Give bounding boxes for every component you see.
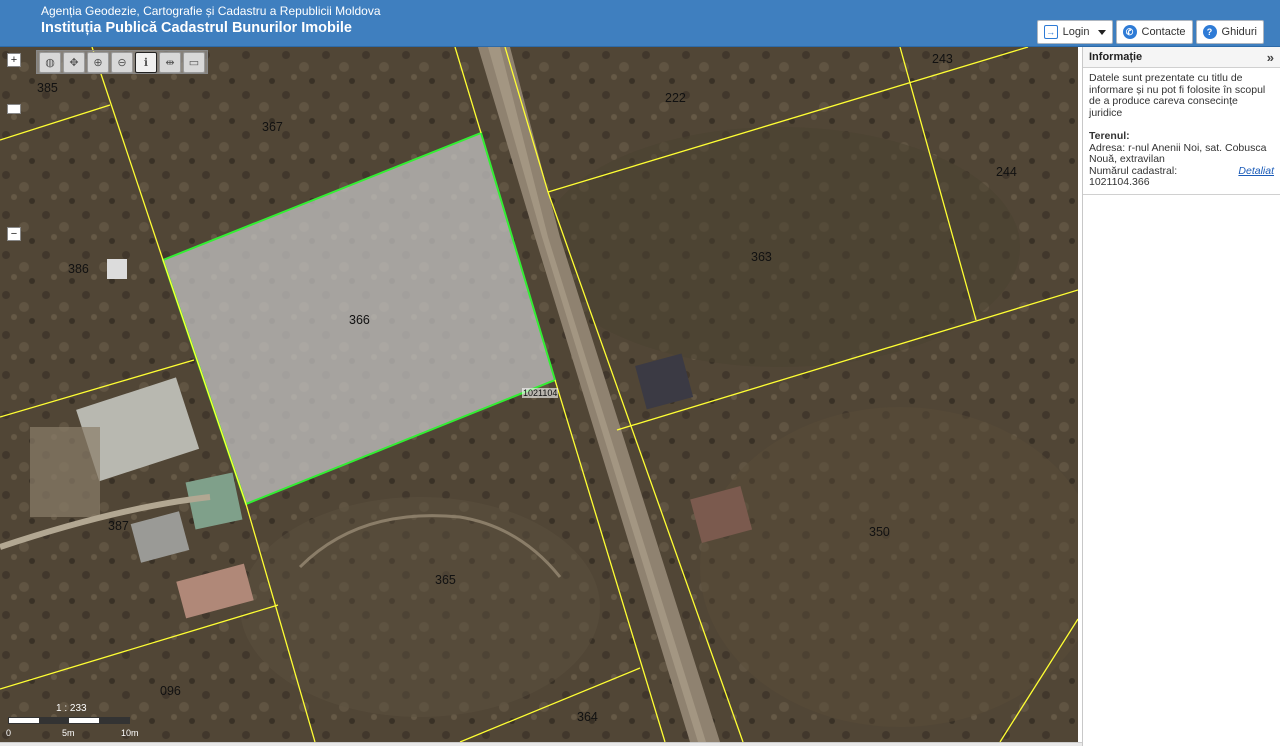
scale-tick-5: 5m	[62, 728, 75, 738]
globe-icon[interactable]: ◍	[39, 52, 61, 73]
phone-icon: ✆	[1122, 25, 1137, 39]
collapse-panel-icon[interactable]: »	[1267, 50, 1274, 65]
zoom-slider-handle[interactable]	[7, 104, 21, 114]
parcel-label-385: 385	[37, 81, 58, 95]
cadastral-number-row: Numărul cadastral: 1021104.366 Detaliat	[1089, 164, 1274, 189]
info-panel-header: Informație »	[1083, 47, 1280, 68]
zoom-in-tool-icon[interactable]: ⊕	[87, 52, 109, 73]
parcel-label-363: 363	[751, 250, 772, 264]
parcel-label-364: 364	[577, 710, 598, 724]
map-view[interactable]: 385 367 222 243 244 386 363 366 387 365 …	[0, 47, 1078, 742]
info-tool-icon[interactable]: ℹ	[135, 52, 157, 73]
parcel-label-365: 365	[435, 573, 456, 587]
zoom-in-button[interactable]: +	[7, 53, 21, 67]
scale-tick-0: 0	[6, 728, 12, 738]
info-panel-body: Datele sunt prezentate cu titlu de infor…	[1083, 68, 1280, 195]
scale-tick-10: 10m	[121, 728, 139, 738]
scale-bar: 1 : 233 0 5m 10m	[6, 703, 156, 742]
institution-name: Instituția Publică Cadastrul Bunurilor I…	[41, 20, 352, 36]
cadastral-number: Numărul cadastral: 1021104.366	[1089, 164, 1178, 188]
parcel-label-222: 222	[665, 91, 686, 105]
disclaimer-text: Datele sunt prezentate cu titlu de infor…	[1089, 72, 1266, 119]
help-icon: ?	[1202, 25, 1217, 39]
scale-bar-graphic	[8, 717, 130, 724]
login-label: Login	[1062, 26, 1090, 38]
info-panel: Informație » Datele sunt prezentate cu t…	[1082, 47, 1280, 746]
parcel-label-367: 367	[262, 120, 283, 134]
contacts-label: Contacte	[1141, 26, 1186, 38]
guides-label: Ghiduri	[1221, 26, 1257, 38]
parcel-label-386: 386	[68, 262, 89, 276]
zoom-out-tool-icon[interactable]: ⊖	[111, 52, 133, 73]
parcel-label-366[interactable]: 366	[349, 313, 370, 327]
agency-name: Agenția Geodezie, Cartografie și Cadastr…	[41, 4, 381, 18]
contacts-button[interactable]: ✆ Contacte	[1115, 20, 1193, 44]
info-panel-title: Informație	[1089, 51, 1143, 63]
pan-icon[interactable]: ✥	[63, 52, 85, 73]
cadastral-zone-code: 1021104	[522, 388, 559, 398]
parcel-label-096: 096	[160, 684, 181, 698]
details-link[interactable]: Detaliat	[1238, 165, 1274, 189]
guides-button[interactable]: ? Ghiduri	[1195, 20, 1264, 44]
scale-ratio: 1 : 233	[56, 703, 87, 714]
login-button[interactable]: → Login	[1036, 20, 1113, 44]
map-bottom-border	[0, 742, 1082, 746]
zoom-out-button[interactable]: −	[7, 227, 21, 241]
parcel-label-243: 243	[932, 52, 953, 66]
login-icon: →	[1043, 25, 1058, 39]
parcel-label-350: 350	[869, 525, 890, 539]
app-header: Agenția Geodezie, Cartografie și Cadastr…	[0, 0, 1280, 47]
top-nav: → Login ✆ Contacte ? Ghiduri	[1036, 20, 1264, 44]
parcel-label-244: 244	[996, 165, 1017, 179]
measure-length-icon[interactable]: ⇹	[159, 52, 181, 73]
land-section-title: Terenul:	[1089, 130, 1130, 142]
chevron-down-icon	[1097, 29, 1106, 35]
measure-area-icon[interactable]: ▭	[183, 52, 205, 73]
land-address: Adresa: r-nul Anenii Noi, sat. Cobusca N…	[1089, 141, 1267, 165]
parcel-label-387: 387	[108, 519, 129, 533]
map-toolbar: ◍ ✥ ⊕ ⊖ ℹ ⇹ ▭	[36, 50, 208, 74]
